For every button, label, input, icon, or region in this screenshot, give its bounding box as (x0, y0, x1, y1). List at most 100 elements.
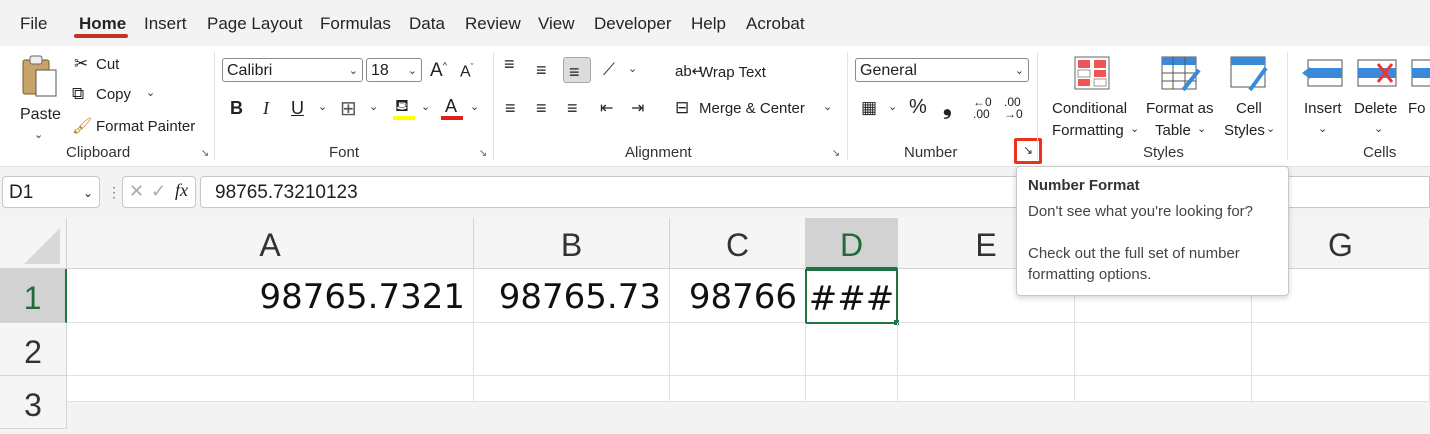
align-bottom-button[interactable]: ≡ (563, 57, 591, 83)
conditional-formatting-button[interactable]: Conditional Formatting ⌄ (1048, 52, 1139, 142)
wrap-text-button[interactable]: ab↵ Wrap Text (675, 62, 795, 84)
row-header-3[interactable]: 3 (0, 376, 67, 429)
decrease-indent-icon[interactable]: ⇤ (600, 98, 613, 118)
cell-a2[interactable] (67, 323, 474, 376)
delete-cells-button[interactable]: Delete ⌄ (1354, 52, 1404, 142)
dialog-launcher-icon: ↘ (1023, 143, 1034, 157)
borders-icon[interactable]: ⊞ (340, 96, 357, 121)
dialog-launcher-icon[interactable]: ↘ (199, 148, 211, 160)
accounting-format-icon[interactable]: ▦ (861, 98, 877, 118)
format-as-table-button[interactable]: Format as Table ⌄ (1145, 52, 1220, 142)
format-cells-button[interactable]: Fo (1408, 52, 1430, 142)
fill-color-button[interactable]: ⛾ (393, 96, 415, 120)
cell-b2[interactable] (474, 323, 670, 376)
format-painter-button[interactable]: 🖌 Format Painter (72, 116, 202, 138)
increase-indent-icon[interactable]: ⇥ (631, 98, 644, 118)
tab-home[interactable]: Home (79, 14, 126, 34)
merge-center-button[interactable]: ⊟ Merge & Center ⌄ (675, 98, 840, 120)
tooltip-line-2: Check out the full set of number (1028, 245, 1240, 262)
cell-g2[interactable] (1252, 323, 1430, 376)
chevron-down-icon[interactable]: ⌄ (470, 100, 479, 113)
tab-insert[interactable]: Insert (144, 14, 187, 34)
chevron-down-icon[interactable]: ⌄ (628, 62, 637, 75)
cut-button[interactable]: ✂ Cut (72, 54, 132, 76)
dialog-launcher-icon[interactable]: ↘ (830, 148, 842, 160)
font-size-select[interactable]: 18 ⌄ (366, 58, 422, 82)
font-name-value: Calibri (227, 62, 273, 79)
cell-d1-selected[interactable]: ### (805, 269, 898, 324)
paste-button[interactable]: Paste ⌄ (12, 52, 66, 141)
align-bottom-icon: ≡ (569, 62, 580, 82)
tab-file[interactable]: File (20, 14, 47, 34)
column-header-c[interactable]: C (670, 218, 806, 269)
cell-c1[interactable]: 98766 (670, 269, 806, 323)
cell-f2[interactable] (1075, 323, 1252, 376)
tab-view[interactable]: View (538, 14, 575, 34)
increase-decimal-icon[interactable]: ←0.00 (973, 96, 992, 120)
conditional-formatting-icon (1074, 56, 1110, 90)
font-name-select[interactable]: Calibri ⌄ (222, 58, 363, 82)
insert-function-button[interactable]: fx (175, 180, 188, 201)
ribbon: Paste ⌄ ✂ Cut ⧉ Copy ⌄ 🖌 Format Painter … (0, 46, 1430, 167)
orientation-icon[interactable]: ⟋ (603, 60, 615, 80)
copy-button[interactable]: ⧉ Copy ⌄ (72, 84, 162, 106)
tab-data[interactable]: Data (409, 14, 445, 34)
italic-button[interactable]: I (263, 98, 269, 119)
font-color-button[interactable]: A (441, 96, 463, 120)
tab-developer[interactable]: Developer (594, 14, 672, 34)
cell-d2[interactable] (806, 323, 898, 376)
select-all-button[interactable] (0, 218, 67, 269)
cut-label: Cut (96, 56, 120, 73)
cell-a3[interactable] (67, 376, 474, 402)
tab-review[interactable]: Review (465, 14, 521, 34)
chevron-down-icon[interactable]: ⌄ (421, 100, 430, 113)
increase-font-size-button[interactable]: A^ (430, 60, 447, 82)
chevron-down-icon[interactable]: ⌄ (369, 100, 378, 113)
underline-button[interactable]: U (291, 98, 304, 119)
conditional-label-1: Conditional (1052, 100, 1128, 117)
cell-c3[interactable] (670, 376, 806, 402)
align-center-icon[interactable]: ≡ (536, 98, 547, 119)
font-color-icon: A (445, 96, 458, 116)
cell-e2[interactable] (898, 323, 1075, 376)
cell-b1[interactable]: 98765.73 (474, 269, 670, 323)
row-header-2[interactable]: 2 (0, 323, 67, 376)
decrease-decimal-icon[interactable]: .00 →0 (1004, 96, 1023, 120)
copy-label: Copy (96, 86, 132, 103)
percent-style-button[interactable]: % (909, 96, 927, 119)
comma-style-button[interactable]: ❟ (943, 94, 952, 120)
cell-a1[interactable]: 98765.7321 (67, 269, 474, 323)
align-right-icon[interactable]: ≡ (567, 98, 578, 119)
wrap-text-label: Wrap Text (699, 64, 766, 81)
name-box[interactable]: D1 ⌄ (2, 176, 100, 208)
chevron-down-icon[interactable]: ⌄ (888, 100, 897, 113)
cell-styles-button[interactable]: Cell Styles ⌄ (1222, 52, 1278, 142)
align-top-icon[interactable]: ≡ (504, 54, 515, 75)
conditional-label-2: Formatting (1052, 122, 1124, 139)
cell-g3[interactable] (1252, 376, 1430, 402)
tab-page-layout[interactable]: Page Layout (207, 14, 302, 34)
align-middle-icon[interactable]: ≡ (536, 60, 547, 81)
number-format-select[interactable]: General ⌄ (855, 58, 1029, 82)
cell-b3[interactable] (474, 376, 670, 402)
bold-button[interactable]: B (230, 98, 243, 119)
cell-f3[interactable] (1075, 376, 1252, 402)
align-left-icon[interactable]: ≡ (505, 98, 516, 119)
column-header-d[interactable]: D (806, 218, 898, 269)
column-header-b[interactable]: B (474, 218, 670, 269)
column-header-a[interactable]: A (67, 218, 474, 269)
dialog-launcher-icon[interactable]: ↘ (477, 148, 489, 160)
format-table-label-2: Table (1155, 122, 1191, 139)
cancel-icon[interactable]: ✕ (129, 181, 144, 202)
insert-cells-button[interactable]: Insert ⌄ (1298, 52, 1348, 142)
chevron-down-icon[interactable]: ⌄ (318, 100, 327, 113)
decrease-font-size-button[interactable]: Aˇ (460, 62, 474, 81)
cell-c2[interactable] (670, 323, 806, 376)
cell-e3[interactable] (898, 376, 1075, 402)
row-header-1[interactable]: 1 (0, 269, 67, 323)
tab-help[interactable]: Help (691, 14, 726, 34)
tab-formulas[interactable]: Formulas (320, 14, 391, 34)
cell-d3[interactable] (806, 376, 898, 402)
tab-acrobat[interactable]: Acrobat (746, 14, 805, 34)
enter-icon[interactable]: ✓ (151, 181, 166, 202)
